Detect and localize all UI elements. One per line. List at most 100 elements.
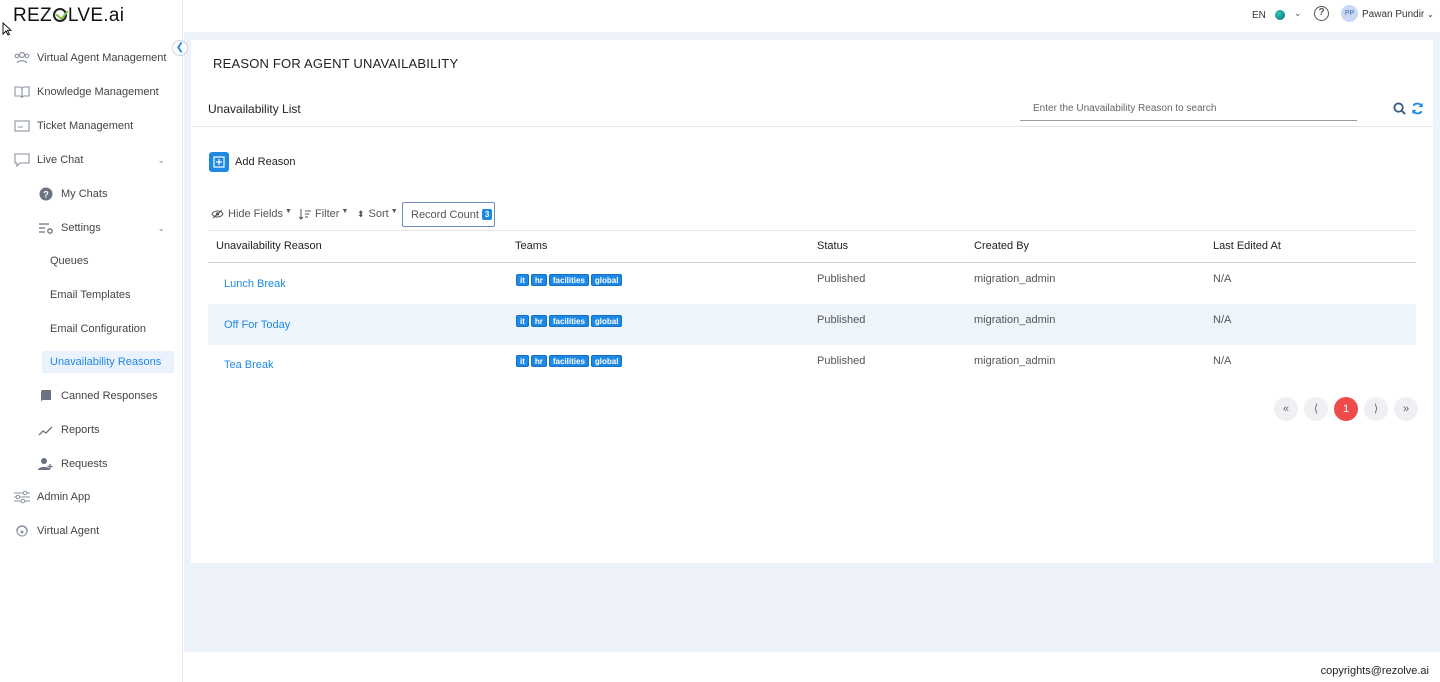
search-input[interactable] (1020, 96, 1357, 120)
sidebar-item-label: Unavailability Reasons (50, 356, 162, 368)
page-title: REASON FOR AGENT UNAVAILABILITY (213, 56, 459, 71)
team-tag: hr (530, 274, 547, 286)
search-icon[interactable] (1393, 102, 1406, 115)
add-reason-button[interactable]: Add Reason (209, 152, 296, 172)
sidebar-item-settings[interactable]: Settings ⌄ (37, 217, 165, 239)
table-row[interactable]: Lunch Break it hr facilities global Publ… (208, 263, 1416, 304)
sidebar-item-label: Email Templates (50, 289, 131, 301)
sidebar-item-label: Ticket Management (37, 120, 134, 132)
copyright-text: copyrights@rezolve.ai (1320, 665, 1429, 677)
avatar[interactable]: PP (1341, 5, 1358, 22)
reason-link[interactable]: Tea Break (224, 359, 274, 371)
status-cell: Published (817, 355, 866, 367)
mouse-cursor-icon (2, 22, 12, 36)
eye-off-icon (211, 209, 224, 219)
chat-icon (13, 152, 31, 168)
users-icon (13, 50, 31, 66)
sidebar-item-label: My Chats (61, 188, 108, 200)
column-header-reason[interactable]: Unavailability Reason (216, 240, 322, 252)
team-tag: it (516, 355, 529, 367)
divider (193, 126, 1433, 127)
team-tag: hr (530, 355, 547, 367)
sidebar-item-email-templates[interactable]: Email Templates (50, 284, 131, 306)
first-page-button[interactable]: « (1274, 397, 1298, 421)
record-count-button[interactable]: Record Count 3 (402, 202, 495, 227)
table-header: Unavailability Reason Teams Status Creat… (208, 230, 1416, 263)
sidebar-item-canned-responses[interactable]: Canned Responses (37, 385, 158, 407)
agent-icon (13, 523, 31, 539)
prev-page-button[interactable]: ⟨ (1304, 397, 1328, 421)
refresh-icon[interactable] (1411, 102, 1424, 115)
sidebar-item-email-configuration[interactable]: Email Configuration (50, 318, 146, 340)
reason-link[interactable]: Lunch Break (224, 278, 286, 290)
sidebar-item-admin-app[interactable]: Admin App (13, 486, 90, 508)
chevron-down-icon: ⌄ (1427, 10, 1434, 19)
sidebar-item-ticket-management[interactable]: Ticket Management (13, 115, 133, 137)
sort-icon: ⬍ (357, 208, 365, 219)
team-tag: global (590, 355, 623, 367)
teams-tags: it hr facilities global (516, 315, 623, 327)
reason-link[interactable]: Off For Today (224, 319, 290, 331)
column-header-created-by[interactable]: Created By (974, 240, 1029, 252)
sort-button[interactable]: ⬍ Sort ▼ (357, 207, 398, 221)
app-logo[interactable]: REZ LVE.ai (13, 5, 124, 27)
sidebar-item-my-chats[interactable]: ? My Chats (37, 183, 107, 205)
created-by-cell: migration_admin (974, 273, 1056, 285)
collapse-sidebar-button[interactable]: ❮ (172, 40, 188, 56)
chevron-left-icon: ❮ (175, 42, 185, 53)
sidebar-item-label: Live Chat (37, 154, 84, 166)
sidebar-item-queues[interactable]: Queues (50, 250, 89, 272)
sidebar-item-label: Queues (50, 255, 89, 267)
last-edited-cell: N/A (1213, 273, 1232, 285)
teams-tags: it hr facilities global (516, 355, 623, 367)
page-button-current[interactable]: 1 (1334, 397, 1358, 421)
team-tag: global (590, 315, 623, 327)
status-cell: Published (817, 273, 866, 285)
column-header-teams[interactable]: Teams (515, 240, 547, 252)
language-selector[interactable]: EN (1252, 10, 1266, 21)
table-row[interactable]: Tea Break it hr facilities global Publis… (208, 345, 1416, 386)
next-page-button[interactable]: ⟩ (1364, 397, 1388, 421)
user-name: Pawan Pundir (1362, 9, 1425, 20)
last-page-button[interactable]: » (1394, 397, 1418, 421)
filter-button[interactable]: Filter ▼ (299, 208, 348, 220)
sidebar-item-virtual-agent-management[interactable]: Virtual Agent Management (13, 47, 166, 69)
caret-down-icon: ▼ (341, 207, 349, 215)
sidebar-item-unavailability-reasons[interactable]: Unavailability Reasons (42, 351, 174, 373)
chevron-down-icon: ⌄ (157, 222, 165, 233)
sidebar-item-label: Email Configuration (50, 323, 146, 335)
record-count-badge: 3 (481, 209, 493, 220)
sidebar-item-live-chat[interactable]: Live Chat ⌄ (13, 149, 165, 171)
created-by-cell: migration_admin (974, 355, 1056, 367)
question-circle-icon: ? (37, 186, 55, 202)
record-count-label: Record Count (411, 208, 479, 221)
status-indicator-icon[interactable] (1275, 10, 1285, 20)
column-header-status[interactable]: Status (817, 240, 848, 252)
help-icon[interactable]: ? (1314, 6, 1329, 21)
sidebar: REZ LVE.ai Virtual Agent Management Knowl… (0, 0, 183, 682)
sidebar-item-requests[interactable]: Requests (37, 453, 107, 475)
sidebar-item-label: Knowledge Management (37, 86, 159, 98)
team-tag: facilities (548, 274, 589, 286)
svg-text:?: ? (43, 190, 49, 200)
column-header-last-edited[interactable]: Last Edited At (1213, 240, 1281, 252)
trend-icon (37, 422, 55, 438)
team-tag: it (516, 274, 529, 286)
sidebar-item-label: Canned Responses (61, 390, 158, 402)
caret-down-icon: ▼ (390, 207, 398, 215)
sliders-icon (13, 489, 31, 505)
user-menu[interactable]: Pawan Pundir ⌄ (1362, 9, 1434, 20)
hide-fields-label: Hide Fields (228, 208, 284, 220)
hide-fields-button[interactable]: Hide Fields ▼ (211, 208, 292, 220)
sidebar-item-knowledge-management[interactable]: Knowledge Management (13, 81, 159, 103)
sidebar-item-label: Virtual Agent Management (37, 52, 167, 64)
search-field (1020, 96, 1357, 121)
last-edited-cell: N/A (1213, 355, 1232, 367)
team-tag: hr (530, 315, 547, 327)
sidebar-item-reports[interactable]: Reports (37, 419, 100, 441)
team-tag: facilities (548, 315, 589, 327)
sidebar-item-virtual-agent[interactable]: Virtual Agent (13, 520, 99, 542)
teams-tags: it hr facilities global (516, 274, 623, 286)
table-row[interactable]: Off For Today it hr facilities global Pu… (208, 304, 1416, 345)
chevron-down-icon[interactable]: ⌄ (1294, 8, 1302, 19)
